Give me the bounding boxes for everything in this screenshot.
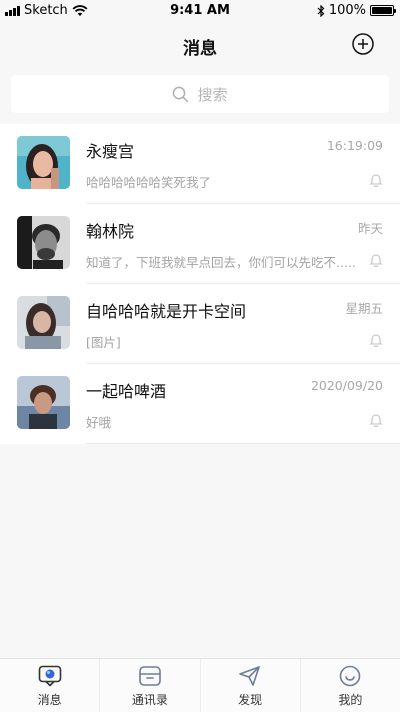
list-item[interactable]: 自哈哈哈就是开卡空间 星期五 [图片] xyxy=(0,284,400,364)
contacts-icon xyxy=(139,666,161,686)
bell-icon xyxy=(369,254,383,267)
tab-contacts[interactable]: 通讯录 xyxy=(99,659,199,712)
list-item[interactable]: 一起哈啤酒 2020/09/20 好哦 xyxy=(0,364,400,444)
tab-label: 发现 xyxy=(238,693,263,707)
conversation-name: 一起哈啤酒 xyxy=(86,382,167,401)
conversation-preview: 知道了，下班我就早点回去，你们可以先吃不..... xyxy=(86,255,356,270)
bell-icon xyxy=(369,334,383,347)
battery-icon xyxy=(370,5,396,16)
status-right: 100% xyxy=(317,3,396,18)
search-input[interactable]: 搜索 xyxy=(11,75,389,113)
battery-percent: 100% xyxy=(328,3,366,18)
tab-messages[interactable]: 消息 xyxy=(0,659,99,712)
tab-discover[interactable]: 发现 xyxy=(199,659,300,712)
conversation-preview: 好哦 xyxy=(86,415,112,430)
conversation-time: 2020/09/20 xyxy=(310,378,383,393)
conversation-time: 16:19:09 xyxy=(326,138,383,153)
list-item[interactable]: 永瘦宫 16:19:09 哈哈哈哈哈哈笑死我了 xyxy=(0,124,400,204)
avatar xyxy=(17,376,70,429)
tab-label: 我的 xyxy=(338,693,363,707)
paper-plane-icon xyxy=(239,666,260,686)
conversation-list: 永瘦宫 16:19:09 哈哈哈哈哈哈笑死我了 翰林院 昨天 知道了，下班我就早… xyxy=(0,124,400,444)
avatar xyxy=(17,296,70,349)
conversation-name: 永瘦宫 xyxy=(86,142,135,161)
page-title: 消息 xyxy=(183,39,217,59)
avatar xyxy=(17,216,70,269)
search-icon xyxy=(173,86,189,102)
conversation-preview: 哈哈哈哈哈哈笑死我了 xyxy=(86,175,212,190)
conversation-preview: [图片] xyxy=(86,335,121,350)
tab-profile[interactable]: 我的 xyxy=(299,659,400,712)
bell-icon xyxy=(369,174,383,187)
search-placeholder: 搜索 xyxy=(197,85,228,104)
bluetooth-icon xyxy=(317,4,325,17)
tab-label: 通讯录 xyxy=(131,693,168,707)
conversation-time: 星期五 xyxy=(345,301,383,316)
tab-bar: 消息 通讯录 发现 我的 xyxy=(0,658,400,712)
divider xyxy=(86,443,400,444)
smile-icon xyxy=(340,665,361,687)
tab-label: 消息 xyxy=(37,693,62,707)
plus-circle-icon[interactable] xyxy=(352,33,374,55)
status-bar: Sketch 9:41 AM 100% xyxy=(0,0,400,22)
nav-bar: 消息 xyxy=(0,22,400,68)
list-item[interactable]: 翰林院 昨天 知道了，下班我就早点回去，你们可以先吃不..... xyxy=(0,204,400,284)
avatar xyxy=(17,136,70,189)
chat-icon xyxy=(38,665,61,687)
conversation-name: 翰林院 xyxy=(86,222,135,241)
conversation-time: 昨天 xyxy=(357,221,383,236)
bell-icon xyxy=(369,414,383,427)
conversation-name: 自哈哈哈就是开卡空间 xyxy=(86,302,247,321)
